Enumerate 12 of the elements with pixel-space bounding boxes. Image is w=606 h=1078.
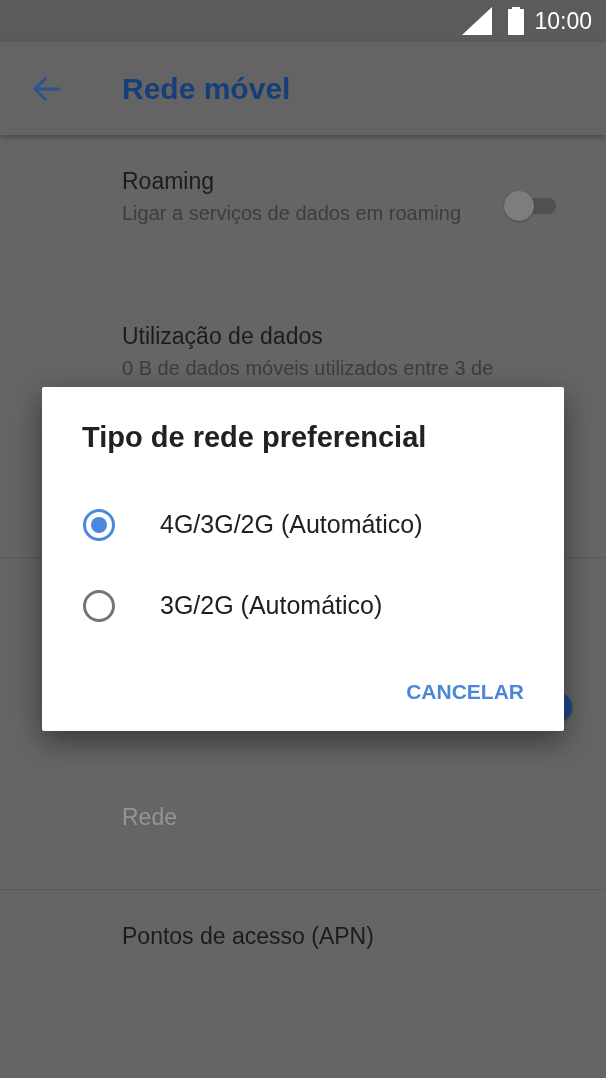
status-time: 10:00 (534, 7, 592, 35)
radio-button[interactable] (82, 507, 116, 542)
page-title: Rede móvel (122, 71, 291, 106)
setting-title: Utilização de dados (122, 322, 324, 351)
radio-button[interactable] (82, 588, 116, 623)
option-label[interactable]: 4G/3G/2G (Automático) (160, 510, 423, 539)
setting-title: Pontos de acesso (APN) (122, 922, 375, 951)
cancel-button[interactable]: CANCELAR (406, 674, 524, 710)
dialog-title: Tipo de rede preferencial (82, 421, 428, 454)
option-label[interactable]: 3G/2G (Automático) (160, 591, 383, 620)
battery-icon (508, 7, 525, 35)
setting-title: Roaming (122, 167, 216, 196)
